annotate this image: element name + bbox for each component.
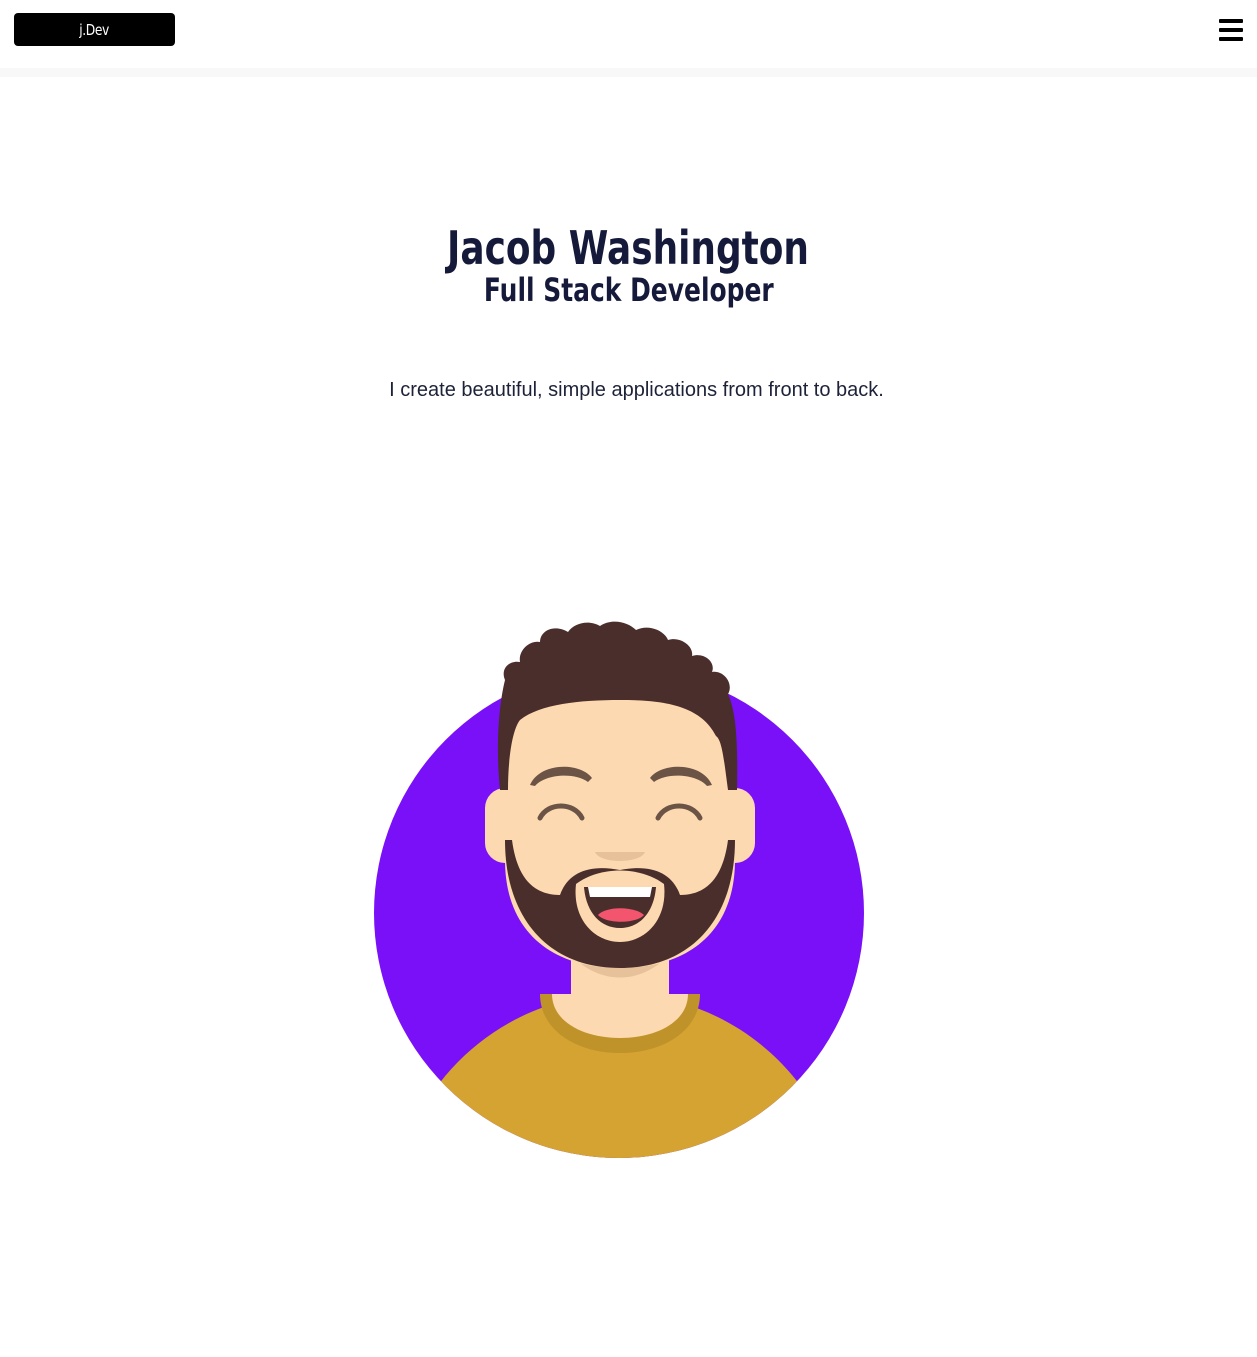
logo-text: j.Dev [79,20,110,39]
navbar-shadow [0,68,1257,77]
hero-role: Full Stack Developer [483,271,774,309]
navbar: j.Dev [0,0,1257,68]
avatar-illustration [374,621,864,1158]
hero-tagline: I create beautiful, simple applications … [389,379,884,401]
logo-button[interactable]: j.Dev [14,13,175,46]
hamburger-menu-icon[interactable] [1219,19,1243,41]
